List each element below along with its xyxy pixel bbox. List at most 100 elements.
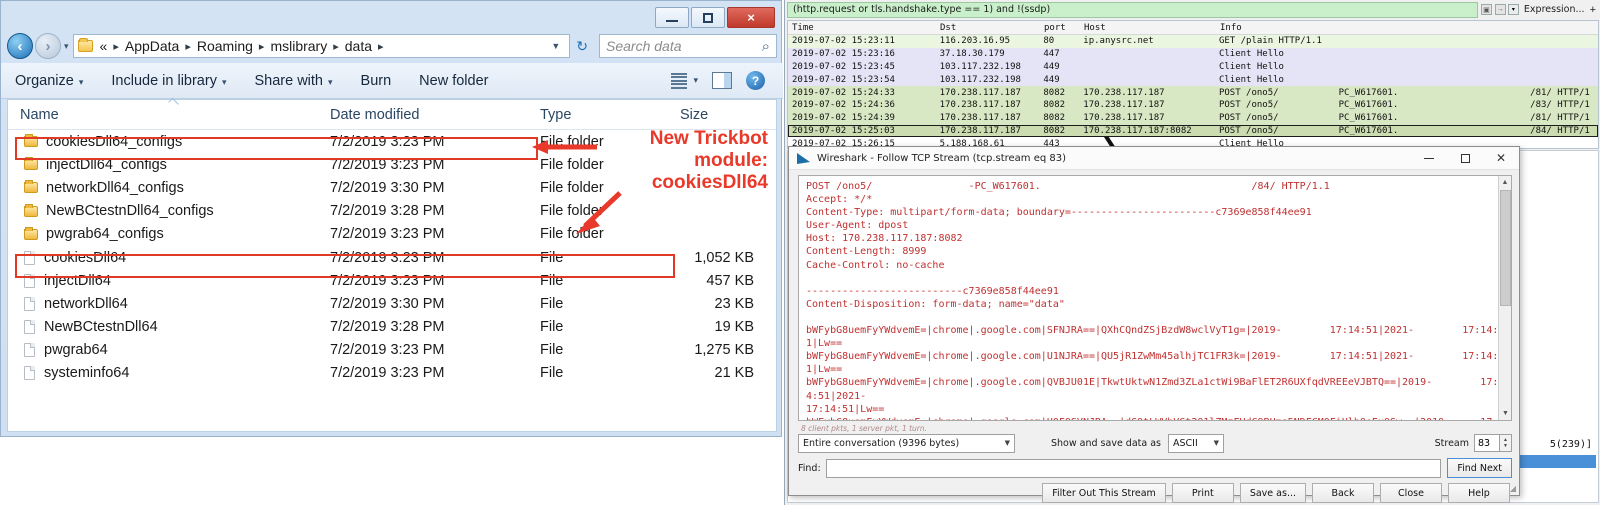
dialog-title: Wireshark - Follow TCP Stream (tcp.strea… xyxy=(817,152,1067,164)
new-folder-button[interactable]: New folder xyxy=(419,73,488,89)
organize-button[interactable]: Organize ▾ xyxy=(15,73,83,89)
close-button[interactable]: Close xyxy=(1380,483,1442,503)
table-row[interactable]: pwgrab64_configs 7/2/2019 3:23 PM File fol… xyxy=(8,223,776,246)
dialog-minimize-button[interactable] xyxy=(1411,147,1447,169)
format-select[interactable]: ASCII ▼ xyxy=(1168,433,1224,453)
conversation-select[interactable]: Entire conversation (9396 bytes) ▼ xyxy=(798,433,1015,453)
refresh-icon[interactable]: ↻ xyxy=(570,38,594,55)
packet-row[interactable]: 2019-07-02 15:23:54 103.117.232.198 449 Cli… xyxy=(788,73,1598,87)
dialog-maximize-button[interactable] xyxy=(1447,147,1483,169)
stream-packet-summary: 8 client pkts, 1 server pkt, 1 turn. xyxy=(801,424,928,433)
column-header-date-modified[interactable]: Date modified xyxy=(318,107,528,123)
file-date-cell: 7/2/2019 3:23 PM xyxy=(330,365,445,382)
help-icon[interactable]: ? xyxy=(746,71,765,90)
packet-column-host[interactable]: Host xyxy=(1080,23,1216,33)
breadcrumb-item-appdata[interactable]: AppData xyxy=(123,38,181,54)
scroll-down-icon[interactable]: ▼ xyxy=(1499,407,1511,420)
scroll-up-icon[interactable]: ▲ xyxy=(1499,176,1511,189)
print-button[interactable]: Print xyxy=(1171,483,1234,503)
explorer-title-bar: × xyxy=(1,1,781,31)
filter-expression-button[interactable]: Expression... xyxy=(1519,4,1590,15)
preview-pane-icon[interactable] xyxy=(712,72,732,89)
column-header-name[interactable]: Name xyxy=(8,107,318,123)
stream-content-text: POST /ono5/ -PC_W617601. /84/ HTTP/1.1 A… xyxy=(806,181,1505,420)
add-filter-button[interactable]: + xyxy=(1590,4,1599,16)
chevron-down-icon: ▼ xyxy=(1213,439,1219,447)
stepper-arrows-icon[interactable]: ▲ ▼ xyxy=(1500,434,1512,452)
table-row[interactable]: systeminfo64 7/2/2019 3:23 PM File 21 KB xyxy=(8,362,776,385)
file-name-label: pwgrab64 xyxy=(44,342,108,359)
packet-column-info[interactable]: Info xyxy=(1216,23,1336,33)
chevron-down-icon[interactable]: ▾ xyxy=(1507,4,1519,15)
packet-list-pane[interactable]: Time Dst port Host Info 2019-07-02 15:23… xyxy=(787,20,1599,149)
address-bar[interactable]: « ▸ AppData ▸ Roaming ▸ mslibrary ▸ data… xyxy=(72,34,571,58)
back-button[interactable]: Back xyxy=(1312,483,1374,503)
back-button[interactable]: ‹ xyxy=(7,33,33,59)
packet-info: POST /ono5/ xyxy=(1218,100,1279,111)
maximize-button[interactable] xyxy=(691,7,725,28)
packet-row[interactable]: 2019-07-02 15:24:39 170.238.117.187 8082 17… xyxy=(788,111,1598,125)
table-row[interactable]: pwgrab64 7/2/2019 3:23 PM File 1,275 KB xyxy=(8,339,776,362)
annotation-line-3: cookiesDll64 xyxy=(651,172,768,193)
table-row[interactable]: NewBCtestnDll64 7/2/2019 3:28 PM File 19 KB xyxy=(8,316,776,339)
format-select-value: ASCII xyxy=(1173,437,1198,449)
resize-grip-icon[interactable]: ◢ xyxy=(1510,484,1516,493)
stream-number-input[interactable]: 83 xyxy=(1474,434,1500,452)
dialog-options-row: Entire conversation (9396 bytes) ▼ Show … xyxy=(798,433,1512,453)
search-icon: ⌕ xyxy=(761,37,770,55)
file-date-cell: 7/2/2019 3:23 PM xyxy=(330,272,445,289)
packet-dst: 170.238.117.187 xyxy=(939,87,1021,98)
packet-row[interactable]: 2019-07-02 15:23:16 37.18.30.179 447 Client… xyxy=(788,47,1598,61)
packet-row[interactable]: 2019-07-02 15:25:03 170.238.117.187 8082 17… xyxy=(788,124,1598,138)
breadcrumb-separator: ▸ xyxy=(378,40,384,53)
save-as-button[interactable]: Save as... xyxy=(1239,483,1306,503)
share-with-button[interactable]: Share with ▾ xyxy=(254,73,332,89)
packet-host: 170.238.117.187 xyxy=(1083,87,1165,98)
packet-info: POST /ono5/ xyxy=(1218,125,1279,136)
scrollbar-thumb[interactable] xyxy=(1500,190,1511,306)
packet-extra-3: /84/ HTTP/1 xyxy=(1530,125,1590,136)
find-next-button[interactable]: Find Next xyxy=(1447,458,1512,478)
packet-row[interactable]: 2019-07-02 15:24:36 170.238.117.187 8082 17… xyxy=(788,98,1598,112)
dialog-close-button[interactable]: ✕ xyxy=(1483,147,1519,169)
close-button[interactable]: × xyxy=(727,7,775,28)
burn-button[interactable]: Burn xyxy=(361,73,392,89)
packet-row[interactable]: 2019-07-02 15:23:45 103.117.232.198 449 Cli… xyxy=(788,60,1598,74)
column-header-type[interactable]: Type xyxy=(528,107,668,123)
packet-column-dst[interactable]: Dst xyxy=(936,23,1040,33)
table-row[interactable]: cookiesDll64 7/2/2019 3:23 PM File 1,052 KB xyxy=(8,246,776,269)
table-row[interactable]: injectDll64 7/2/2019 3:23 PM File 457 KB xyxy=(8,269,776,292)
breadcrumb-separator: ▸ xyxy=(113,40,119,53)
table-row[interactable]: NewBCtestnDll64_configs 7/2/2019 3:28 PM F… xyxy=(8,200,776,223)
display-filter-input[interactable]: (http.request or tls.handshake.type == 1… xyxy=(787,1,1478,18)
minimize-button[interactable] xyxy=(655,7,689,28)
filter-out-this-stream-button[interactable]: Filter Out This Stream xyxy=(1042,483,1166,503)
change-view-icon[interactable] xyxy=(671,72,688,89)
breadcrumb-item-roaming[interactable]: Roaming xyxy=(195,38,255,54)
bookmark-icon[interactable]: ▣ xyxy=(1480,4,1492,15)
search-input[interactable]: Search data ⌕ xyxy=(599,34,777,58)
packet-column-port[interactable]: port xyxy=(1040,23,1080,33)
arrow-right-icon[interactable]: → xyxy=(1494,4,1506,15)
chevron-down-icon[interactable]: ▼ xyxy=(546,41,565,51)
forward-button[interactable]: › xyxy=(35,33,61,59)
help-button[interactable]: Help xyxy=(1448,483,1510,503)
include-in-library-button[interactable]: Include in library ▾ xyxy=(111,73,226,89)
packet-row[interactable]: 2019-07-02 15:23:11 116.203.16.95 80 ip.any… xyxy=(788,35,1598,48)
chevron-down-icon[interactable]: ▾ xyxy=(693,75,698,86)
chevron-down-icon: ▼ xyxy=(1004,439,1010,447)
recent-locations-icon[interactable]: ▾ xyxy=(64,41,69,52)
stream-content-box[interactable]: POST /ono5/ -PC_W617601. /84/ HTTP/1.1 A… xyxy=(798,175,1512,421)
find-input[interactable] xyxy=(825,458,1442,478)
column-header-size[interactable]: Size xyxy=(668,107,768,123)
packet-port: 449 xyxy=(1043,74,1060,85)
chevron-down-icon: ▾ xyxy=(221,76,227,87)
table-row[interactable]: networkDll64 7/2/2019 3:30 PM File 23 KB xyxy=(8,292,776,315)
packet-dst: 37.18.30.179 xyxy=(939,49,1005,60)
breadcrumb-item-data[interactable]: data xyxy=(343,38,374,54)
packet-row[interactable]: 2019-07-02 15:24:33 170.238.117.187 8082 17… xyxy=(788,86,1598,99)
breadcrumb-item-mslibrary[interactable]: mslibrary xyxy=(268,38,329,54)
stream-stepper[interactable]: 83 ▲ ▼ xyxy=(1474,434,1512,452)
stream-scrollbar[interactable]: ▲ ▼ xyxy=(1498,176,1511,420)
packet-column-time[interactable]: Time xyxy=(788,23,936,33)
